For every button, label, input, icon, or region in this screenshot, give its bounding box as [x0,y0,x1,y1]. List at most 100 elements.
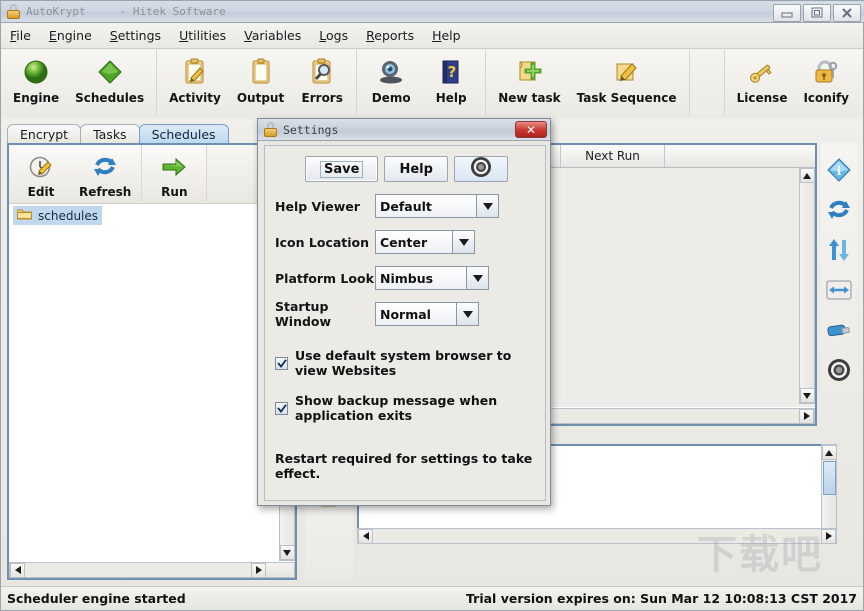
settings-dialog-title: Settings [283,122,339,137]
window-controls [773,4,861,22]
settings-help-label: Help [399,161,433,177]
left-refresh-button[interactable]: Refresh [71,145,139,201]
menu-variables[interactable]: Variables [235,25,310,46]
usb-drive-icon[interactable] [824,317,854,343]
toolbar-iconify-button[interactable]: Iconify [795,50,857,116]
toolbar-engine-button[interactable]: Engine [5,50,67,116]
startup-window-value: Normal [376,303,456,325]
padlock-key-icon [811,54,841,90]
left-run-label: Run [161,185,188,199]
detail-vscroll-up-arrow[interactable] [821,445,837,460]
settings-help-button[interactable]: Help [384,156,448,182]
tab-schedules[interactable]: Schedules [138,124,229,144]
icon-location-select[interactable]: Center [375,230,475,254]
maximize-button[interactable] [803,4,831,22]
status-message: Scheduler engine started [7,591,186,606]
column-header-next-run[interactable]: Next Run [561,145,665,167]
toolbar-demo-button[interactable]: Demo [361,50,421,116]
sort-updown-icon[interactable] [824,237,854,263]
detail-hscroll-right-arrow[interactable] [821,528,836,544]
lock-icon [6,4,21,19]
menu-logs[interactable]: Logs [310,25,357,46]
left-toolbar-group-2: Run [142,145,208,201]
left-hscroll-left-arrow[interactable] [10,562,25,578]
window-titlebar: AutoKrypt - Hitek Software [1,1,864,23]
settings-checkbox-browser[interactable]: Use default system browser to view Websi… [265,346,545,380]
column-header-filler [665,145,815,167]
toolbar-task-sequence-button[interactable]: Task Sequence [569,50,685,116]
settings-save-label: Save [320,160,364,178]
table-hscroll-right-arrow[interactable] [799,408,814,424]
table-vscrollbar[interactable] [799,167,815,404]
detail-vscroll-thumb[interactable] [822,461,836,495]
toolbar-iconify-label: Iconify [803,91,849,105]
toolbar-schedules-button[interactable]: Schedules [67,50,152,116]
left-hscroll-right-arrow[interactable] [251,562,266,578]
settings-dialog-titlebar: Settings ✕ [258,119,550,141]
toolbar-new-task-button[interactable]: New task [490,50,568,116]
checkbox-backup-box[interactable] [275,401,288,415]
startup-window-select[interactable]: Normal [375,302,479,326]
toolbar-schedules-label: Schedules [75,91,145,105]
toolbar-help-button[interactable]: ? Help [421,50,481,116]
minimize-button[interactable] [773,4,801,22]
detail-hscroll-track[interactable] [373,529,821,543]
svg-text:?: ? [448,63,457,81]
platform-look-select[interactable]: Nimbus [375,266,489,290]
menu-reports[interactable]: Reports [357,25,423,46]
menu-file[interactable]: File [1,25,40,46]
settings-row-icon-location: Icon Location Center [265,224,545,260]
detail-hscrollbar[interactable] [357,528,837,544]
menu-engine[interactable]: Engine [40,25,101,46]
application-window: AutoKrypt - Hitek Software File Engine S… [0,0,864,611]
settings-row-platform-look: Platform Look Nimbus [265,260,545,296]
tab-tasks[interactable]: Tasks [80,124,140,144]
menu-settings[interactable]: Settings [101,25,170,46]
toolbar-output-button[interactable]: Output [229,50,292,116]
platform-look-label: Platform Look [275,270,374,286]
clock-pencil-icon [28,149,54,184]
schedules-left-panel: Edit Refresh Run schedules [7,143,297,580]
menu-help[interactable]: Help [423,25,470,46]
toolbar-new-task-label: New task [498,91,561,105]
toolbar-activity-button[interactable]: Activity [161,50,229,116]
left-edit-button[interactable]: Edit [11,145,71,201]
record-target-icon[interactable] [824,357,854,383]
settings-record-button[interactable] [453,156,508,182]
left-panel-hscrollbar[interactable] [9,562,295,578]
svg-text:i: i [837,164,842,178]
left-vscroll-down-arrow[interactable] [279,545,295,560]
icon-location-value: Center [376,231,452,253]
resize-width-icon[interactable] [824,277,854,303]
table-vscroll-up-arrow[interactable] [799,168,815,183]
chevron-down-icon[interactable] [456,303,478,325]
left-run-button[interactable]: Run [144,145,204,201]
tab-encrypt[interactable]: Encrypt [7,124,82,144]
settings-checkbox-backup[interactable]: Show backup message when application exi… [265,391,545,425]
toolbar-errors-button[interactable]: Errors [292,50,352,116]
schedules-tree[interactable]: schedules [9,204,295,576]
settings-save-button[interactable]: Save [305,156,379,182]
settings-close-button[interactable]: ✕ [515,121,547,138]
chevron-down-icon[interactable] [452,231,474,253]
close-button[interactable] [833,4,861,22]
left-panel-toolbar: Edit Refresh Run [9,145,295,204]
toolbar-license-button[interactable]: License [729,50,796,116]
left-hscroll-track[interactable] [25,563,251,577]
webcam-icon [377,54,405,90]
checkbox-browser-box[interactable] [275,356,288,370]
detail-hscroll-left-arrow[interactable] [358,528,373,544]
chevron-down-icon[interactable] [476,195,498,217]
toolbar-group-tasks: New task Task Sequence [486,50,690,116]
trial-expiry-message: Trial version expires on: Sun Mar 12 10:… [466,591,857,606]
status-bar: Scheduler engine started Trial version e… [1,586,863,610]
left-edit-label: Edit [27,185,55,199]
help-viewer-select[interactable]: Default [375,194,499,218]
tab-encrypt-label: Encrypt [20,127,69,142]
refresh-arrows-icon[interactable] [824,197,854,223]
menu-utilities[interactable]: Utilities [170,25,235,46]
chevron-down-icon[interactable] [466,267,488,289]
tree-item-schedules[interactable]: schedules [13,206,103,225]
table-vscroll-down-arrow[interactable] [799,388,815,403]
info-diamond-icon[interactable]: i [824,157,854,183]
